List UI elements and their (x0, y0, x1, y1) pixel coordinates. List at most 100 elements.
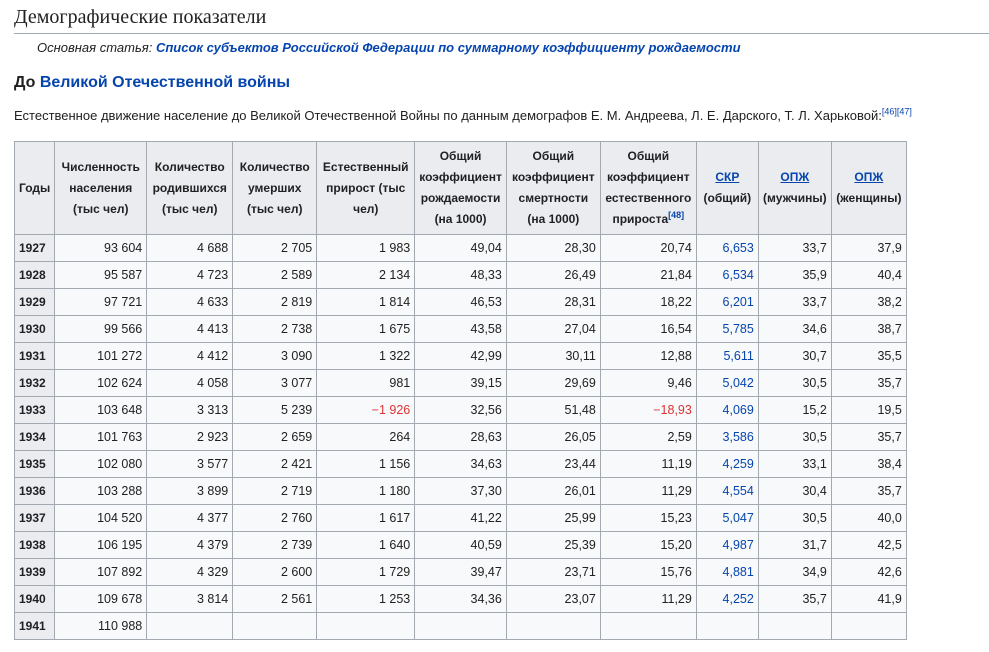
cell-deaths: 2 760 (232, 504, 318, 532)
cell-deaths (232, 612, 318, 640)
cell-births: 3 577 (146, 450, 234, 478)
cell-tfr[interactable]: 4,069 (695, 396, 759, 424)
cell-le-f: 42,6 (830, 558, 907, 586)
cell-births: 4 412 (146, 342, 234, 370)
cell-deaths: 5 239 (232, 396, 318, 424)
cell-cdr: 23,07 (505, 585, 601, 613)
tfr-link[interactable]: СКР (715, 170, 739, 184)
cell-growth: 1 322 (316, 342, 416, 370)
header-death-rate: Общий коэффициент смертности (на 1000) (505, 141, 601, 235)
cell-cbr: 28,63 (414, 423, 507, 451)
cell-births: 3 814 (146, 585, 234, 613)
cell-tfr[interactable]: 4,881 (695, 558, 759, 586)
hatnote-link[interactable]: Список субъектов Российской Федерации по… (156, 40, 741, 55)
cell-cngr: 16,54 (599, 315, 697, 343)
cell-le-f: 38,2 (830, 288, 907, 316)
le-male-link[interactable]: ОПЖ (780, 170, 809, 184)
cell-le-f: 38,7 (830, 315, 907, 343)
table-row: 1928 95 587 4 723 2 589 2 134 48,33 26,49 21,84… (13, 261, 907, 289)
cell-tfr[interactable]: 4,252 (695, 585, 759, 613)
cell-tfr[interactable]: 4,987 (695, 531, 759, 559)
cell-le-f: 35,7 (830, 369, 907, 397)
table-row: 1932 102 624 4 058 3 077 981 39,15 29,69 9,46 5,… (13, 369, 907, 397)
cell-cbr: 39,15 (414, 369, 507, 397)
cell-population: 102 080 (54, 450, 148, 478)
cell-cngr: 11,29 (599, 477, 697, 505)
cell-population: 110 988 (54, 612, 148, 640)
cell-population: 103 288 (54, 477, 148, 505)
cell-cngr: 12,88 (599, 342, 697, 370)
header-ref-48[interactable]: [48] (668, 210, 684, 220)
cell-cdr: 30,11 (505, 342, 601, 370)
cell-cbr: 39,47 (414, 558, 507, 586)
cell-cdr: 25,99 (505, 504, 601, 532)
cell-growth (316, 612, 416, 640)
cell-cngr: 2,59 (599, 423, 697, 451)
cell-le-f (830, 612, 907, 640)
cell-cngr: 15,23 (599, 504, 697, 532)
cell-le-m: 33,7 (757, 288, 832, 316)
cell-tfr[interactable]: 6,201 (695, 288, 759, 316)
subsection-prefix: До (14, 74, 40, 91)
cell-cbr (414, 612, 507, 640)
row-year: 1941 (13, 612, 56, 640)
cell-tfr[interactable]: 5,611 (695, 342, 759, 370)
cell-cngr: 20,74 (599, 234, 697, 262)
header-natural-growth: Естественный прирост (тыс чел) (316, 141, 416, 235)
cell-cngr: 9,46 (599, 369, 697, 397)
row-year: 1937 (13, 504, 56, 532)
subsection-title: До Великой Отечественной войны (14, 74, 290, 92)
cell-cdr: 27,04 (505, 315, 601, 343)
cell-tfr[interactable]: 4,259 (695, 450, 759, 478)
header-life-expectancy-male: ОПЖ (мужчины) (757, 141, 832, 235)
subsection-link[interactable]: Великой Отечественной войны (40, 74, 290, 91)
cell-le-f: 40,4 (830, 261, 907, 289)
demographics-table: Годы Численность населения (тыс чел) Кол… (13, 141, 907, 640)
cell-deaths: 2 739 (232, 531, 318, 559)
cell-population: 106 195 (54, 531, 148, 559)
cell-cdr: 23,71 (505, 558, 601, 586)
cell-cbr: 43,58 (414, 315, 507, 343)
cell-tfr[interactable]: 5,785 (695, 315, 759, 343)
cell-deaths: 3 090 (232, 342, 318, 370)
cell-le-m: 30,5 (757, 423, 832, 451)
cell-growth: 1 180 (316, 477, 416, 505)
cell-tfr[interactable]: 6,534 (695, 261, 759, 289)
row-year: 1934 (13, 423, 56, 451)
cell-tfr[interactable]: 5,047 (695, 504, 759, 532)
cell-deaths: 2 589 (232, 261, 318, 289)
row-year: 1940 (13, 585, 56, 613)
row-year: 1939 (13, 558, 56, 586)
cell-tfr[interactable]: 5,042 (695, 369, 759, 397)
cell-births (146, 612, 234, 640)
cell-le-f: 19,5 (830, 396, 907, 424)
cell-cngr: −18,93 (599, 396, 697, 424)
cell-le-f: 35,7 (830, 423, 907, 451)
cell-tfr[interactable] (695, 612, 759, 640)
cell-cngr (599, 612, 697, 640)
le-female-link[interactable]: ОПЖ (854, 170, 883, 184)
header-life-expectancy-female: ОПЖ (женщины) (830, 141, 907, 235)
intro-text: Естественное движение население до Велик… (14, 108, 882, 123)
row-year: 1932 (13, 369, 56, 397)
cell-deaths: 3 077 (232, 369, 318, 397)
cell-growth: 264 (316, 423, 416, 451)
cell-le-f: 35,5 (830, 342, 907, 370)
cell-population: 107 892 (54, 558, 148, 586)
table-row: 1941 110 988 (13, 612, 907, 640)
cell-growth: 2 134 (316, 261, 416, 289)
cell-deaths: 2 421 (232, 450, 318, 478)
cell-cdr (505, 612, 601, 640)
cell-population: 101 272 (54, 342, 148, 370)
cell-cbr: 34,63 (414, 450, 507, 478)
intro-refs[interactable]: [46][47] (882, 107, 912, 117)
cell-tfr[interactable]: 4,554 (695, 477, 759, 505)
cell-tfr[interactable]: 3,586 (695, 423, 759, 451)
cell-tfr[interactable]: 6,653 (695, 234, 759, 262)
row-year: 1927 (13, 234, 56, 262)
cell-population: 102 624 (54, 369, 148, 397)
cell-cbr: 37,30 (414, 477, 507, 505)
cell-le-f: 38,4 (830, 450, 907, 478)
cell-deaths: 2 819 (232, 288, 318, 316)
header-tfr: СКР (общий) (695, 141, 759, 235)
